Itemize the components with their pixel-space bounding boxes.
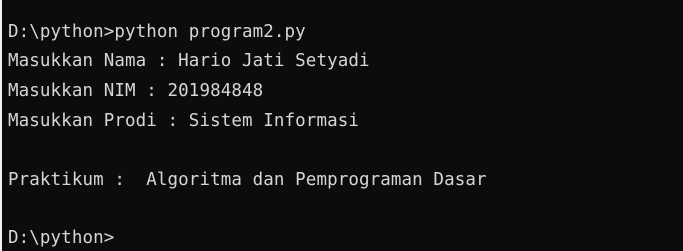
terminal-window[interactable]: D:\python>python program2.py Masukkan Na…: [0, 0, 683, 251]
output-nim: Masukkan NIM : 201984848: [8, 81, 264, 101]
output-prodi: Masukkan Prodi : Sistem Informasi: [8, 111, 359, 131]
output-nama: Masukkan Nama : Hario Jati Setyadi: [8, 51, 370, 71]
command-line-run-program: D:\python>python program2.py: [8, 22, 306, 42]
window-left-border: [0, 0, 2, 251]
command-prompt[interactable]: D:\python>: [8, 227, 114, 249]
output-praktikum: Praktikum : Algoritma dan Pemprograman D…: [8, 170, 487, 190]
